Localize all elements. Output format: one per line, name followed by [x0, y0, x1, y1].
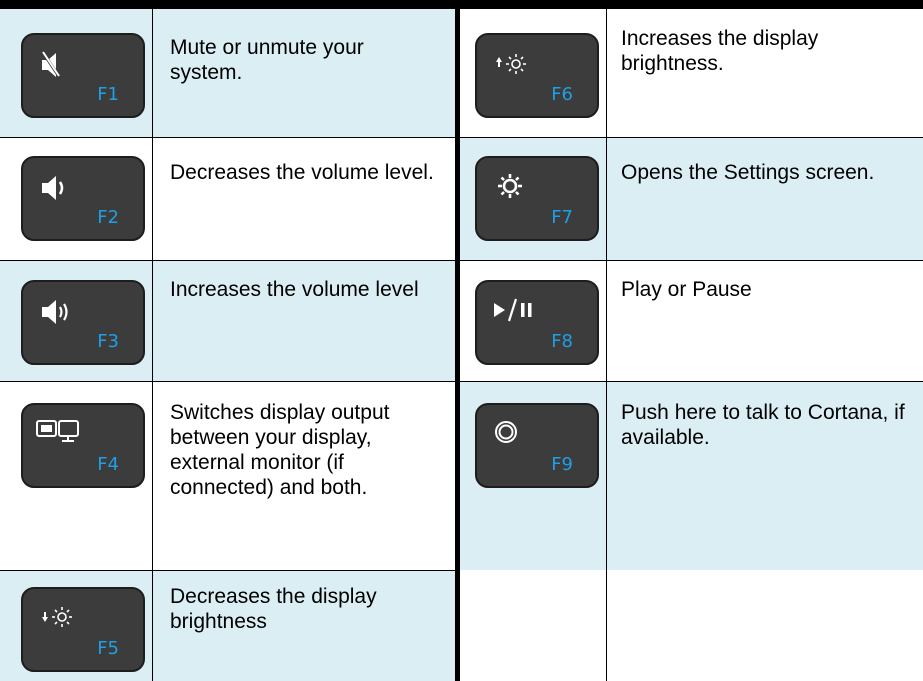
center-divider: [455, 9, 460, 681]
f4-description: Switches display output between your dis…: [170, 401, 390, 499]
f1-key: F1: [21, 33, 145, 118]
f4-key: F4: [21, 403, 145, 488]
f5-label: F5: [97, 638, 119, 659]
f8-label: F8: [551, 331, 573, 352]
f5-key: F5: [21, 587, 145, 672]
key-cell-f8: F8: [460, 261, 606, 381]
desc-cell-f5: Decreases the display brightness: [153, 571, 455, 681]
table-row: F4 Switches display output between your …: [0, 382, 923, 570]
desc-cell-f8: Play or Pause: [607, 261, 923, 381]
f9-key: F9: [475, 403, 599, 488]
f2-description: Decreases the volume level.: [170, 161, 434, 184]
f1-label: F1: [97, 84, 119, 105]
f5-description: Decreases the display brightness: [170, 585, 377, 633]
volume-down-icon: [42, 176, 64, 200]
f2-label: F2: [97, 207, 119, 228]
key-cell-f5: F5: [0, 571, 152, 681]
volume-up-icon: [42, 300, 68, 324]
settings-gear-icon: [498, 174, 522, 198]
f7-label: F7: [551, 207, 573, 228]
empty-cell: [460, 571, 606, 681]
desc-cell-f3: Increases the volume level: [153, 261, 455, 381]
f4-label: F4: [97, 454, 119, 475]
display-switch-icon: [36, 420, 79, 442]
top-rule: [0, 0, 923, 9]
desc-cell-f7: Opens the Settings screen.: [607, 138, 923, 260]
column-divider: [152, 9, 153, 681]
brightness-down-icon: [42, 607, 72, 627]
key-cell-f3: F3: [0, 261, 152, 381]
mute-icon: [40, 50, 62, 79]
cortana-icon: [495, 421, 517, 443]
key-cell-f2: F2: [0, 138, 152, 260]
f2-key: F2: [21, 156, 145, 241]
table-row: F1 Mute or unmute your system. F6 Increa…: [0, 9, 923, 137]
key-cell-f1: F1: [0, 9, 152, 137]
key-cell-f4: F4: [0, 382, 152, 570]
f1-description: Mute or unmute your system.: [170, 36, 364, 84]
row-divider: [0, 570, 460, 571]
f7-key: F7: [475, 156, 599, 241]
f8-description: Play or Pause: [621, 278, 752, 301]
brightness-up-icon: [496, 54, 526, 74]
row-divider: [0, 137, 923, 138]
desc-cell-f2: Decreases the volume level.: [153, 138, 455, 260]
f6-key: F6: [475, 33, 599, 118]
f6-description: Increases the display brightness.: [621, 27, 819, 75]
table-row: F2 Decreases the volume level. F7 Opens …: [0, 138, 923, 260]
f3-key: F3: [21, 280, 145, 365]
desc-cell-f9: Push here to talk to Cortana, if availab…: [607, 382, 923, 570]
f7-description: Opens the Settings screen.: [621, 161, 875, 184]
f6-label: F6: [551, 84, 573, 105]
f3-description: Increases the volume level: [170, 278, 419, 301]
column-divider: [606, 9, 607, 681]
empty-cell: [607, 571, 923, 681]
desc-cell-f1: Mute or unmute your system.: [153, 9, 455, 137]
play-pause-icon: [494, 298, 532, 322]
f3-label: F3: [97, 331, 119, 352]
table-row: F5 Decreases the display brightness: [0, 571, 923, 681]
desc-cell-f6: Increases the display brightness.: [607, 9, 923, 137]
key-cell-f7: F7: [460, 138, 606, 260]
table-row: F3 Increases the volume level F8 Play or…: [0, 261, 923, 381]
key-cell-f9: F9: [460, 382, 606, 570]
row-divider: [0, 381, 923, 382]
f9-label: F9: [551, 454, 573, 475]
row-divider: [0, 260, 923, 261]
desc-cell-f4: Switches display output between your dis…: [153, 382, 455, 570]
f8-key: F8: [475, 280, 599, 365]
f9-description: Push here to talk to Cortana, if availab…: [621, 401, 905, 449]
key-cell-f6: F6: [460, 9, 606, 137]
